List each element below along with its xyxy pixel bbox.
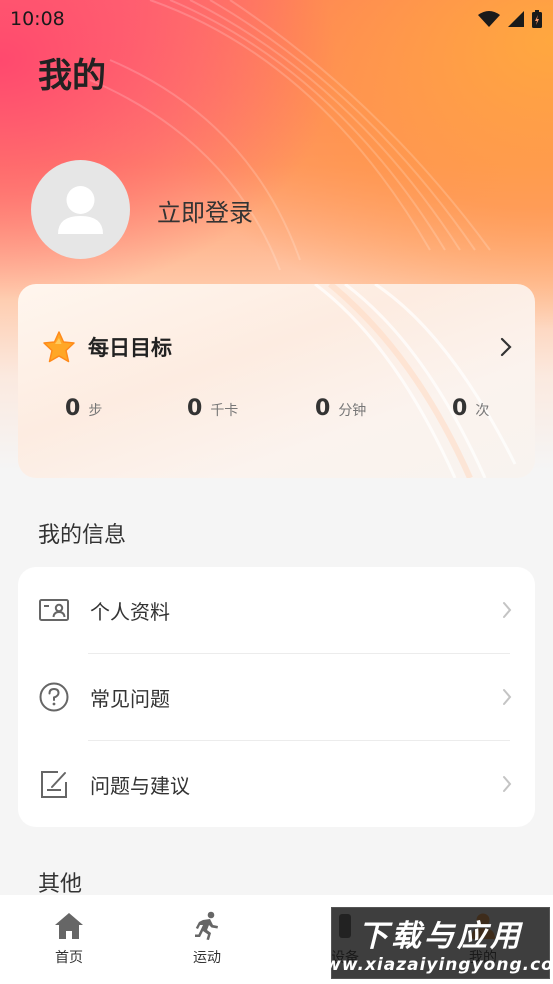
my-info-section-title: 我的信息 xyxy=(38,523,127,548)
tab-label: 运动 xyxy=(193,950,221,966)
goal-stat-calories: 0 千卡 xyxy=(187,396,238,421)
goal-stat-times: 0 次 xyxy=(452,396,489,421)
watermark-overlay: 下载与应用 www.xiazaiyingyong.com xyxy=(308,907,553,979)
login-button[interactable]: 立即登录 xyxy=(157,193,253,228)
tab-sport[interactable]: 运动 xyxy=(162,911,252,967)
chevron-right-icon xyxy=(503,689,512,705)
list-item-label: 常见问题 xyxy=(90,686,170,711)
others-section-title: 其他 xyxy=(38,872,83,897)
question-circle-icon xyxy=(39,682,69,712)
daily-goal-card[interactable]: 每日目标 0 步 0 千卡 0 分钟 0 次 xyxy=(18,284,535,478)
list-item-label: 个人资料 xyxy=(90,599,170,624)
status-time: 10:08 xyxy=(10,8,65,30)
stat-value: 0 xyxy=(452,396,468,421)
signal-icon xyxy=(508,11,524,27)
card-decoration xyxy=(314,284,517,478)
stat-value: 0 xyxy=(65,396,81,421)
list-item-label: 问题与建议 xyxy=(90,773,190,798)
daily-goal-title: 每日目标 xyxy=(88,336,172,360)
stat-value: 0 xyxy=(187,396,203,421)
stat-unit: 步 xyxy=(88,403,103,419)
chevron-right-icon xyxy=(503,602,512,618)
goal-stat-minutes: 0 分钟 xyxy=(315,396,366,421)
star-icon xyxy=(43,331,75,363)
watermark-text: 下载与应用 xyxy=(358,919,523,954)
battery-charging-icon xyxy=(532,10,542,28)
chevron-right-icon[interactable] xyxy=(499,336,513,358)
page-title: 我的 xyxy=(38,56,106,96)
user-placeholder-icon xyxy=(58,186,103,234)
stat-value: 0 xyxy=(315,396,331,421)
edit-note-icon xyxy=(41,771,67,798)
list-item-profile[interactable]: 个人资料 xyxy=(18,567,535,653)
tab-label: 首页 xyxy=(55,950,83,966)
my-info-list: 个人资料 常见问题 问题与建议 xyxy=(18,567,535,827)
status-bar: 10:08 xyxy=(0,0,553,38)
home-icon xyxy=(55,913,83,939)
avatar[interactable] xyxy=(31,160,130,259)
wifi-icon xyxy=(478,11,500,27)
chevron-right-icon xyxy=(503,776,512,792)
goal-stat-steps: 0 步 xyxy=(65,396,102,421)
stat-unit: 千卡 xyxy=(210,403,239,419)
id-card-icon xyxy=(39,599,69,621)
list-item-faq[interactable]: 常见问题 xyxy=(18,654,535,740)
stat-unit: 分钟 xyxy=(338,403,367,419)
tab-home[interactable]: 首页 xyxy=(24,911,114,967)
list-item-feedback[interactable]: 问题与建议 xyxy=(18,741,535,827)
stat-unit: 次 xyxy=(475,403,490,419)
watermark-url: www.xiazaiyingyong.com xyxy=(308,955,553,975)
run-icon xyxy=(195,911,218,940)
